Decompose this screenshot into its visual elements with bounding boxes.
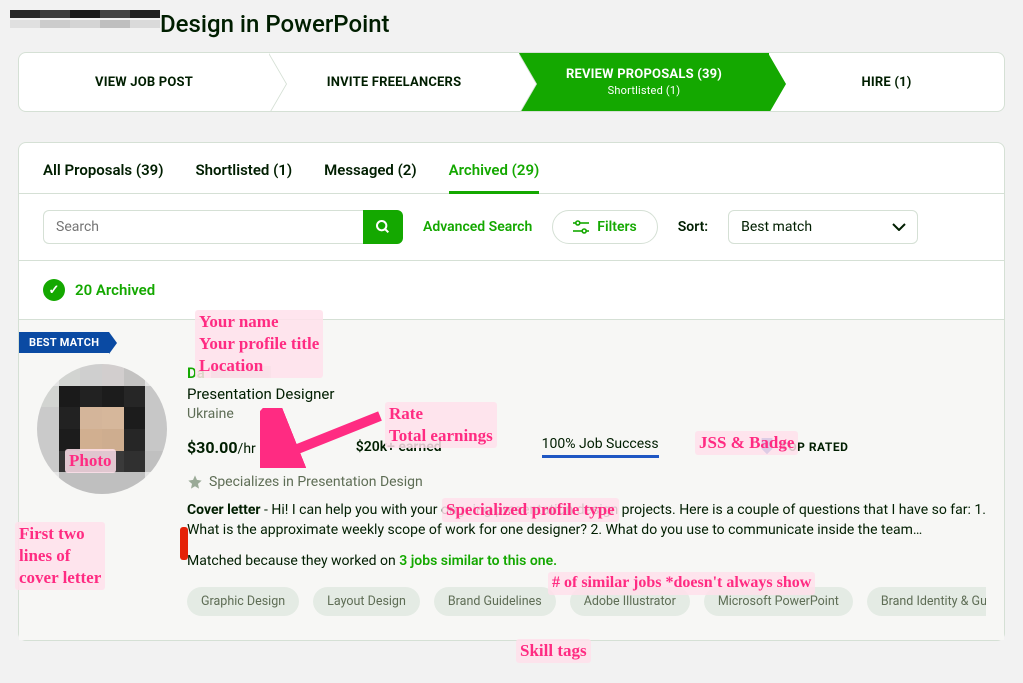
stats-row: $30.00/hr $20k+ earned 100% Job Success … [187,436,986,458]
proposal-details: Da Presentation Designer Ukraine $30.00/… [187,364,986,616]
skill-tags-row: Graphic Design Layout Design Brand Guide… [187,587,986,616]
best-match-badge: BEST MATCH [19,332,109,353]
freelancer-avatar[interactable] [37,364,167,494]
step-review-proposals[interactable]: REVIEW PROPOSALS (39) Shortlisted (1) [519,53,769,111]
sliders-icon [573,220,589,234]
archived-section-header[interactable]: ✓ 20 Archived [19,261,1004,319]
specializes-text: Specializes in Presentation Design [209,474,423,490]
avatar-column [37,364,167,616]
archived-count: 20 Archived [75,281,155,299]
freelancer-name[interactable]: Da [187,364,205,382]
step-invite[interactable]: INVITE FREELANCERS [269,53,519,111]
job-success-score: 100% Job Success [542,436,659,458]
hourly-rate: $30.00/hr [187,438,256,457]
step-label: VIEW JOB POST [95,75,193,90]
similar-jobs-link[interactable]: 3 jobs similar to this one. [399,553,557,569]
freelancer-location: Ukraine [187,406,986,422]
name-row: Da [187,364,986,382]
annotation-skill-tags: Skill tags [516,639,591,663]
skill-tag[interactable]: Layout Design [313,587,420,616]
matched-because: Matched because they worked on 3 jobs si… [187,553,986,569]
step-view-job[interactable]: VIEW JOB POST [19,53,269,111]
proposal-body: Da Presentation Designer Ukraine $30.00/… [37,364,986,616]
step-label: REVIEW PROPOSALS (39) [566,67,722,82]
controls-row: Advanced Search Filters Sort: Best match [19,194,1004,261]
search-icon [375,219,391,235]
blurred-job-prefix [10,10,160,38]
skill-tag[interactable]: Brand Guidelines [434,587,556,616]
proposal-tabs: All Proposals (39) Shortlisted (1) Messa… [19,143,1004,194]
search-wrap [43,210,403,244]
total-earned: $20k+ earned [356,439,442,455]
step-label: INVITE FREELANCERS [327,75,462,90]
badge-icon [759,438,775,456]
advanced-search-link[interactable]: Advanced Search [423,219,532,235]
page-header: Design in PowerPoint [0,0,1023,52]
cover-letter: Cover letter - Hi! I can help you with y… [187,500,986,541]
sort-select[interactable]: Best match [728,210,918,244]
tab-messaged[interactable]: Messaged (2) [324,161,417,193]
step-sublabel: Shortlisted (1) [608,84,681,97]
skill-tag[interactable]: Graphic Design [187,587,299,616]
tab-shortlisted[interactable]: Shortlisted (1) [195,161,292,193]
specializes-row: Specializes in Presentation Design [187,474,986,490]
profile-title: Presentation Designer [187,385,986,403]
skill-tag[interactable]: Brand Identity & Guidelines [867,587,986,616]
star-icon [187,474,203,490]
filters-label: Filters [597,219,636,235]
check-circle-icon: ✓ [43,279,65,301]
sort-label: Sort: [678,219,708,235]
proposals-card: All Proposals (39) Shortlisted (1) Messa… [18,142,1005,641]
sort-value: Best match [741,219,812,235]
proposal-card[interactable]: BEST MATCH Da [19,319,1004,640]
skill-tag[interactable]: Adobe Illustrator [570,587,690,616]
step-label: HIRE (1) [861,75,911,90]
search-input[interactable] [43,210,363,244]
tab-all-proposals[interactable]: All Proposals (39) [43,161,163,193]
blurred-name-remainder [211,366,271,378]
top-rated-badge: TOP RATED [759,438,849,456]
filters-button[interactable]: Filters [552,210,657,244]
page-title: Design in PowerPoint [160,10,390,38]
hiring-stepper: VIEW JOB POST INVITE FREELANCERS REVIEW … [18,52,1005,112]
step-hire[interactable]: HIRE (1) [769,53,1004,111]
tab-archived[interactable]: Archived (29) [449,161,540,193]
skill-tag[interactable]: Microsoft PowerPoint [704,587,853,616]
annotation-red-mark [180,527,188,560]
search-button[interactable] [363,210,403,244]
